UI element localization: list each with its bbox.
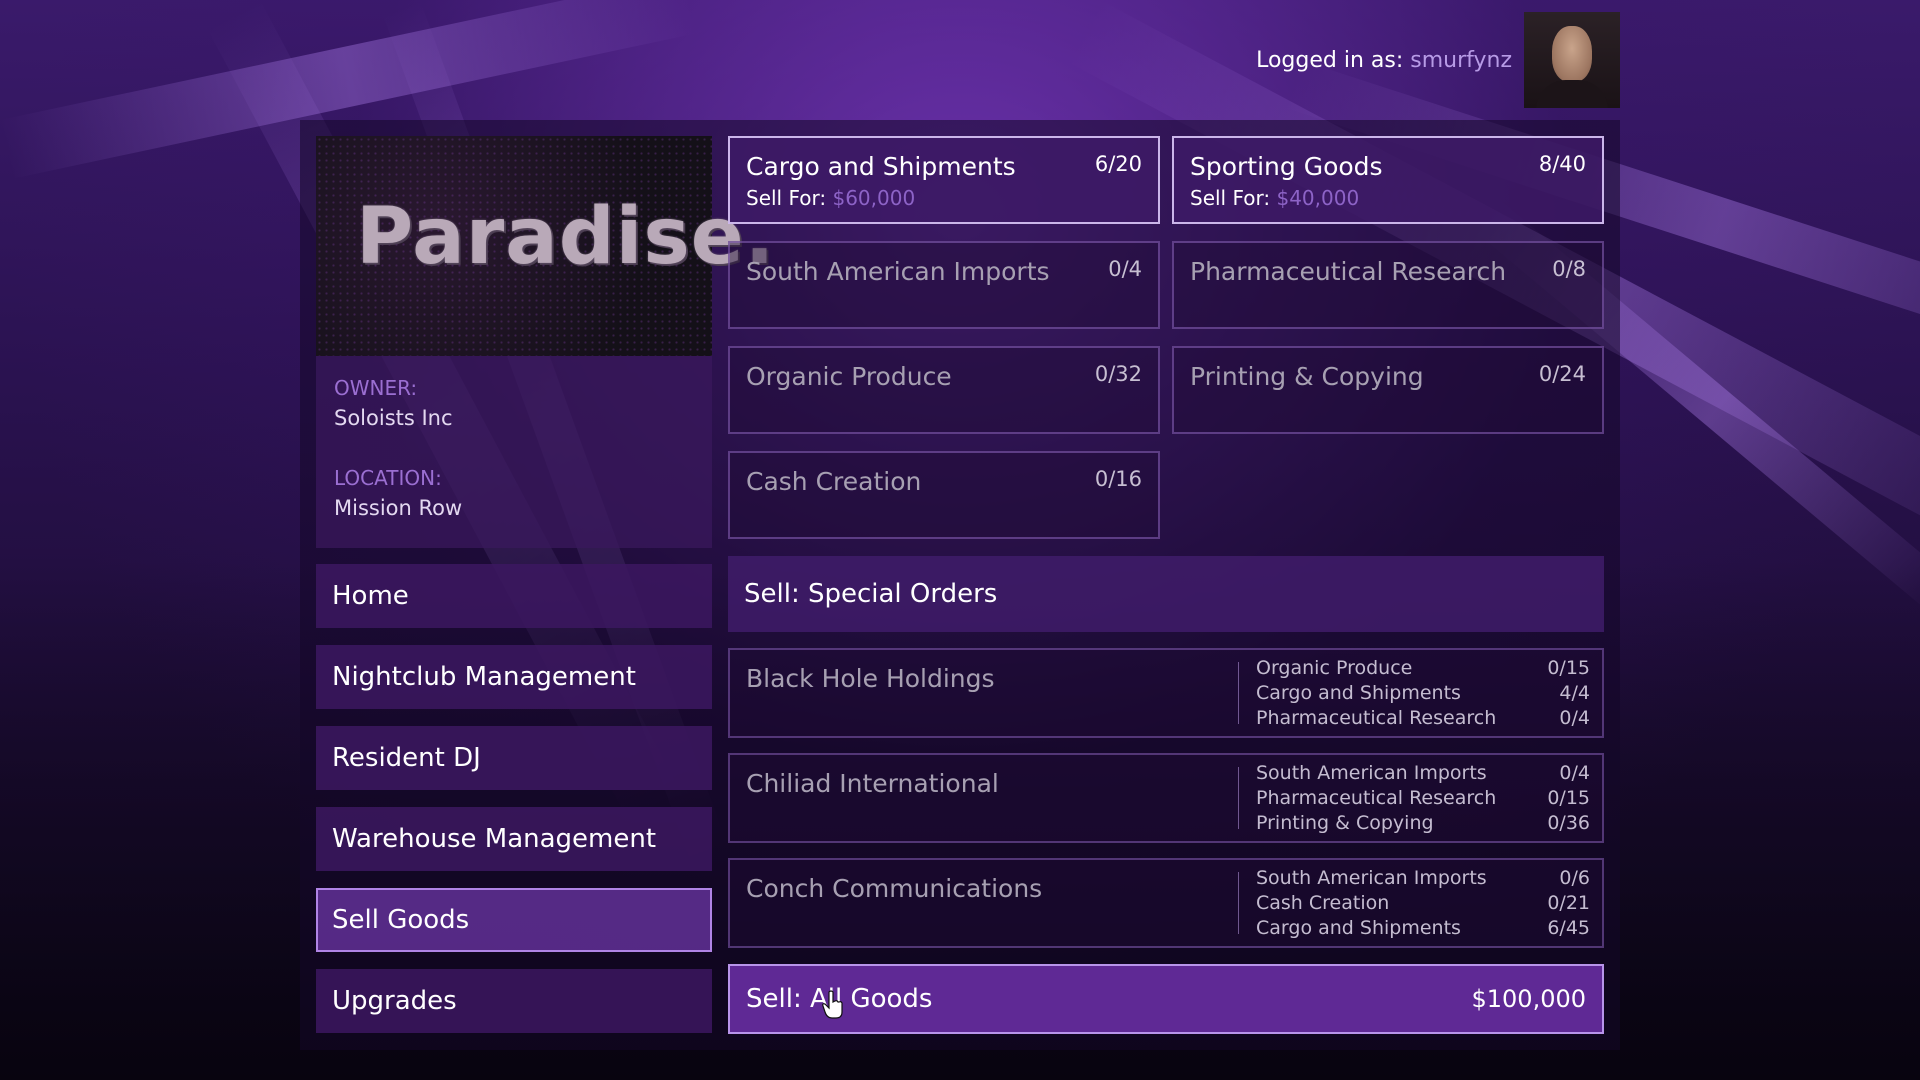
goods-name: Cargo and Shipments xyxy=(746,152,1016,181)
order-item-count: 0/15 xyxy=(1547,786,1590,811)
logo-text: Paradise. xyxy=(356,192,775,282)
sell-all-goods-button[interactable]: Sell: All Goods $100,000 xyxy=(728,964,1604,1034)
order-item-name: Cash Creation xyxy=(1256,891,1389,916)
login-status: Logged in as: smurfynz xyxy=(1256,48,1512,73)
order-item-count: 0/15 xyxy=(1547,656,1590,681)
order-item: Cash Creation 0/21 xyxy=(1256,891,1590,916)
goods-name: Organic Produce xyxy=(746,362,952,391)
goods-count: 0/32 xyxy=(1095,362,1142,386)
order-item-count: 6/45 xyxy=(1547,916,1590,941)
order-item-name: Cargo and Shipments xyxy=(1256,681,1461,706)
goods-card-pharmaceutical-research[interactable]: Pharmaceutical Research 0/8 xyxy=(1172,241,1604,329)
goods-name: South American Imports xyxy=(746,257,1050,286)
order-item-count: 0/4 xyxy=(1559,706,1590,731)
goods-card-printing-and-copying[interactable]: Printing & Copying 0/24 xyxy=(1172,346,1604,434)
order-items: South American Imports 0/4 Pharmaceutical… xyxy=(1256,761,1590,836)
nav-sell-goods[interactable]: Sell Goods xyxy=(316,888,712,952)
username: smurfynz xyxy=(1410,48,1512,73)
order-item-name: Cargo and Shipments xyxy=(1256,916,1461,941)
order-name: Black Hole Holdings xyxy=(746,664,995,693)
sell-for-label: Sell For: xyxy=(746,186,826,210)
order-item-count: 0/36 xyxy=(1547,811,1590,836)
order-card-conch-communications[interactable]: Conch Communications South American Impo… xyxy=(728,858,1604,948)
sell-all-value: $100,000 xyxy=(1471,985,1586,1013)
goods-count: 6/20 xyxy=(1095,152,1142,176)
nav-warehouse-management[interactable]: Warehouse Management xyxy=(316,807,712,871)
goods-card-organic-produce[interactable]: Organic Produce 0/32 xyxy=(728,346,1160,434)
order-item-count: 0/6 xyxy=(1559,866,1590,891)
order-item-count: 4/4 xyxy=(1559,681,1590,706)
goods-count: 0/8 xyxy=(1552,257,1586,281)
location-label: LOCATION: xyxy=(334,466,442,490)
order-card-black-hole-holdings[interactable]: Black Hole Holdings Organic Produce 0/15 … xyxy=(728,648,1604,738)
business-logo: Paradise. xyxy=(316,136,712,356)
goods-sell-for: Sell For: $40,000 xyxy=(1190,186,1359,210)
order-item-name: Printing & Copying xyxy=(1256,811,1434,836)
order-item: Organic Produce 0/15 xyxy=(1256,656,1590,681)
special-orders-header: Sell: Special Orders xyxy=(728,556,1604,632)
order-item-name: South American Imports xyxy=(1256,866,1487,891)
goods-name: Printing & Copying xyxy=(1190,362,1424,391)
avatar xyxy=(1524,12,1620,108)
nav-home[interactable]: Home xyxy=(316,564,712,628)
goods-count: 8/40 xyxy=(1539,152,1586,176)
order-item-name: Organic Produce xyxy=(1256,656,1412,681)
order-item-count: 0/21 xyxy=(1547,891,1590,916)
order-item: Cargo and Shipments 6/45 xyxy=(1256,916,1590,941)
order-divider xyxy=(1238,872,1239,934)
goods-count: 0/4 xyxy=(1108,257,1142,281)
hand-cursor-icon xyxy=(822,990,844,1020)
order-item-name: Pharmaceutical Research xyxy=(1256,706,1496,731)
goods-sell-for: Sell For: $60,000 xyxy=(746,186,915,210)
order-item: Pharmaceutical Research 0/4 xyxy=(1256,706,1590,731)
order-name: Chiliad International xyxy=(746,769,999,798)
goods-card-sporting-goods[interactable]: Sporting Goods 8/40 Sell For: $40,000 xyxy=(1172,136,1604,224)
sell-price: $40,000 xyxy=(1276,186,1359,210)
nav-resident-dj[interactable]: Resident DJ xyxy=(316,726,712,790)
goods-name: Sporting Goods xyxy=(1190,152,1383,181)
logged-in-label: Logged in as: xyxy=(1256,48,1403,73)
business-info: OWNER: Soloists Inc LOCATION: Mission Ro… xyxy=(316,356,712,548)
goods-card-cash-creation[interactable]: Cash Creation 0/16 xyxy=(728,451,1160,539)
order-items: Organic Produce 0/15 Cargo and Shipments 4… xyxy=(1256,656,1590,731)
order-item: Cargo and Shipments 4/4 xyxy=(1256,681,1590,706)
goods-count: 0/24 xyxy=(1539,362,1586,386)
order-item: South American Imports 0/4 xyxy=(1256,761,1590,786)
order-item: Printing & Copying 0/36 xyxy=(1256,811,1590,836)
order-divider xyxy=(1238,767,1239,829)
avatar-body xyxy=(1536,80,1608,108)
order-item-name: South American Imports xyxy=(1256,761,1487,786)
sell-price: $60,000 xyxy=(832,186,915,210)
order-item-count: 0/4 xyxy=(1559,761,1590,786)
sell-for-label: Sell For: xyxy=(1190,186,1270,210)
nav-upgrades[interactable]: Upgrades xyxy=(316,969,712,1033)
goods-name: Cash Creation xyxy=(746,467,921,496)
avatar-head xyxy=(1552,26,1592,82)
order-item: Pharmaceutical Research 0/15 xyxy=(1256,786,1590,811)
goods-name: Pharmaceutical Research xyxy=(1190,257,1506,286)
order-items: South American Imports 0/6 Cash Creation 0… xyxy=(1256,866,1590,941)
order-divider xyxy=(1238,662,1239,724)
goods-card-cargo-and-shipments[interactable]: Cargo and Shipments 6/20 Sell For: $60,0… xyxy=(728,136,1160,224)
location-value: Mission Row xyxy=(334,496,462,520)
goods-card-south-american-imports[interactable]: South American Imports 0/4 xyxy=(728,241,1160,329)
order-item: South American Imports 0/6 xyxy=(1256,866,1590,891)
owner-label: OWNER: xyxy=(334,376,417,400)
order-name: Conch Communications xyxy=(746,874,1042,903)
owner-value: Soloists Inc xyxy=(334,406,453,430)
nav-nightclub-management[interactable]: Nightclub Management xyxy=(316,645,712,709)
order-item-name: Pharmaceutical Research xyxy=(1256,786,1496,811)
order-card-chiliad-international[interactable]: Chiliad International South American Imp… xyxy=(728,753,1604,843)
goods-count: 0/16 xyxy=(1095,467,1142,491)
